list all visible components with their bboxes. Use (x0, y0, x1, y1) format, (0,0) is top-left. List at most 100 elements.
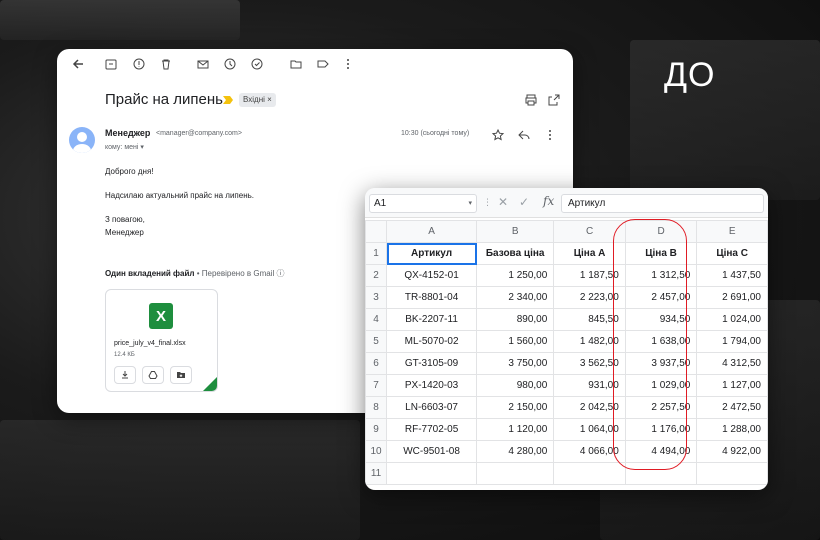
table-cell[interactable] (696, 462, 768, 485)
table-cell[interactable] (624, 462, 698, 485)
table-cell[interactable]: 4 494,00 (624, 440, 698, 463)
star-icon[interactable] (491, 128, 505, 142)
table-cell[interactable]: 934,50 (624, 308, 698, 331)
open-new-window-icon[interactable] (547, 93, 561, 107)
formula-input[interactable]: Артикул (561, 194, 764, 213)
save-to-drive-button[interactable] (142, 366, 164, 384)
table-cell[interactable]: 1 638,00 (624, 330, 698, 353)
table-cell[interactable]: 890,00 (476, 308, 555, 331)
table-cell[interactable]: 2 340,00 (476, 286, 555, 309)
table-cell[interactable]: 4 922,00 (696, 440, 768, 463)
report-spam-icon[interactable] (132, 57, 146, 71)
table-cell[interactable]: 845,50 (553, 308, 626, 331)
header-cell[interactable]: Ціна B (624, 242, 698, 265)
row-number[interactable]: 4 (365, 308, 388, 331)
table-cell[interactable]: 1 187,50 (553, 264, 626, 287)
row-number[interactable]: 10 (365, 440, 388, 463)
download-button[interactable] (114, 366, 136, 384)
table-cell[interactable]: 4 066,00 (553, 440, 626, 463)
attachment-card[interactable]: X price_july_v4_final.xlsx 12.4 КБ (105, 289, 218, 392)
row-number[interactable]: 6 (365, 352, 388, 375)
chevron-down-icon[interactable]: ▾ (140, 144, 144, 151)
table-cell[interactable]: 2 257,50 (624, 396, 698, 419)
table-cell[interactable]: 1 024,00 (696, 308, 768, 331)
print-icon[interactable] (524, 93, 538, 107)
more-vert-icon[interactable] (543, 128, 557, 142)
table-cell[interactable]: 980,00 (476, 374, 555, 397)
mark-unread-icon[interactable] (196, 57, 210, 71)
row-number[interactable]: 3 (365, 286, 388, 309)
row-number[interactable]: 2 (365, 264, 388, 287)
table-cell[interactable]: 2 150,00 (476, 396, 555, 419)
add-to-folder-button[interactable] (170, 366, 192, 384)
table-cell[interactable]: 2 042,50 (553, 396, 626, 419)
table-cell[interactable]: QX-4152-01 (386, 264, 478, 287)
row-number[interactable]: 11 (365, 462, 388, 485)
select-all-corner[interactable] (365, 220, 388, 243)
chevron-down-icon[interactable]: ▾ (468, 195, 472, 212)
row-number[interactable]: 8 (365, 396, 388, 419)
table-cell[interactable]: 1 437,50 (696, 264, 768, 287)
table-cell[interactable]: 1 288,00 (696, 418, 768, 441)
more-vert-icon[interactable] (341, 57, 355, 71)
table-cell[interactable]: 1 312,50 (624, 264, 698, 287)
header-cell[interactable]: Артикул (386, 242, 478, 265)
table-cell[interactable]: GT-3105-09 (386, 352, 478, 375)
add-task-icon[interactable] (250, 57, 264, 71)
snooze-icon[interactable] (223, 57, 237, 71)
table-cell[interactable]: 1 176,00 (624, 418, 698, 441)
table-cell[interactable]: ML-5070-02 (386, 330, 478, 353)
table-cell[interactable]: 3 562,50 (553, 352, 626, 375)
move-to-icon[interactable] (289, 57, 303, 71)
cancel-icon[interactable]: ✕ (498, 195, 508, 209)
importance-marker-icon[interactable] (223, 96, 233, 104)
inbox-label-chip[interactable]: Вхідні × (239, 93, 276, 107)
table-cell[interactable]: BK-2207-11 (386, 308, 478, 331)
table-cell[interactable]: 1 127,00 (696, 374, 768, 397)
header-cell[interactable]: Ціна A (553, 242, 626, 265)
table-cell[interactable]: LN-6603-07 (386, 396, 478, 419)
table-cell[interactable]: 3 750,00 (476, 352, 555, 375)
remove-label-icon[interactable]: × (267, 95, 272, 104)
row-number[interactable]: 5 (365, 330, 388, 353)
column-header[interactable]: A (386, 220, 478, 243)
table-cell[interactable]: 1 482,00 (553, 330, 626, 353)
table-cell[interactable]: 2 472,50 (696, 396, 768, 419)
name-box[interactable]: A1 ▾ (369, 194, 477, 213)
table-cell[interactable]: 4 280,00 (476, 440, 555, 463)
table-cell[interactable]: 4 312,50 (696, 352, 768, 375)
label-icon[interactable] (316, 57, 330, 71)
table-cell[interactable]: 2 223,00 (553, 286, 626, 309)
recipient-line[interactable]: кому: мені ▾ (105, 143, 144, 151)
table-cell[interactable]: 1 560,00 (476, 330, 555, 353)
table-cell[interactable]: 1 794,00 (696, 330, 768, 353)
table-cell[interactable]: RF-7702-05 (386, 418, 478, 441)
table-cell[interactable]: 1 120,00 (476, 418, 555, 441)
header-cell[interactable]: Базова ціна (476, 242, 555, 265)
table-cell[interactable] (476, 462, 555, 485)
row-number[interactable]: 1 (365, 242, 388, 265)
table-cell[interactable]: 1 029,00 (624, 374, 698, 397)
table-cell[interactable]: TR-8801-04 (386, 286, 478, 309)
table-cell[interactable]: WC-9501-08 (386, 440, 478, 463)
table-cell[interactable] (386, 462, 478, 485)
reply-icon[interactable] (517, 128, 531, 142)
back-arrow-icon[interactable] (71, 57, 85, 71)
row-number[interactable]: 9 (365, 418, 388, 441)
column-header[interactable]: C (553, 220, 626, 243)
row-number[interactable]: 7 (365, 374, 388, 397)
table-cell[interactable]: 931,00 (553, 374, 626, 397)
table-cell[interactable]: PX-1420-03 (386, 374, 478, 397)
column-header[interactable]: D (624, 220, 698, 243)
table-cell[interactable]: 3 937,50 (624, 352, 698, 375)
archive-icon[interactable] (104, 57, 118, 71)
function-icon[interactable]: fx (543, 194, 554, 208)
table-cell[interactable]: 2 691,00 (696, 286, 768, 309)
column-header[interactable]: B (476, 220, 555, 243)
table-cell[interactable]: 1 064,00 (553, 418, 626, 441)
delete-icon[interactable] (159, 57, 173, 71)
column-header[interactable]: E (696, 220, 768, 243)
header-cell[interactable]: Ціна C (696, 242, 768, 265)
table-cell[interactable]: 1 250,00 (476, 264, 555, 287)
confirm-icon[interactable]: ✓ (519, 195, 529, 209)
